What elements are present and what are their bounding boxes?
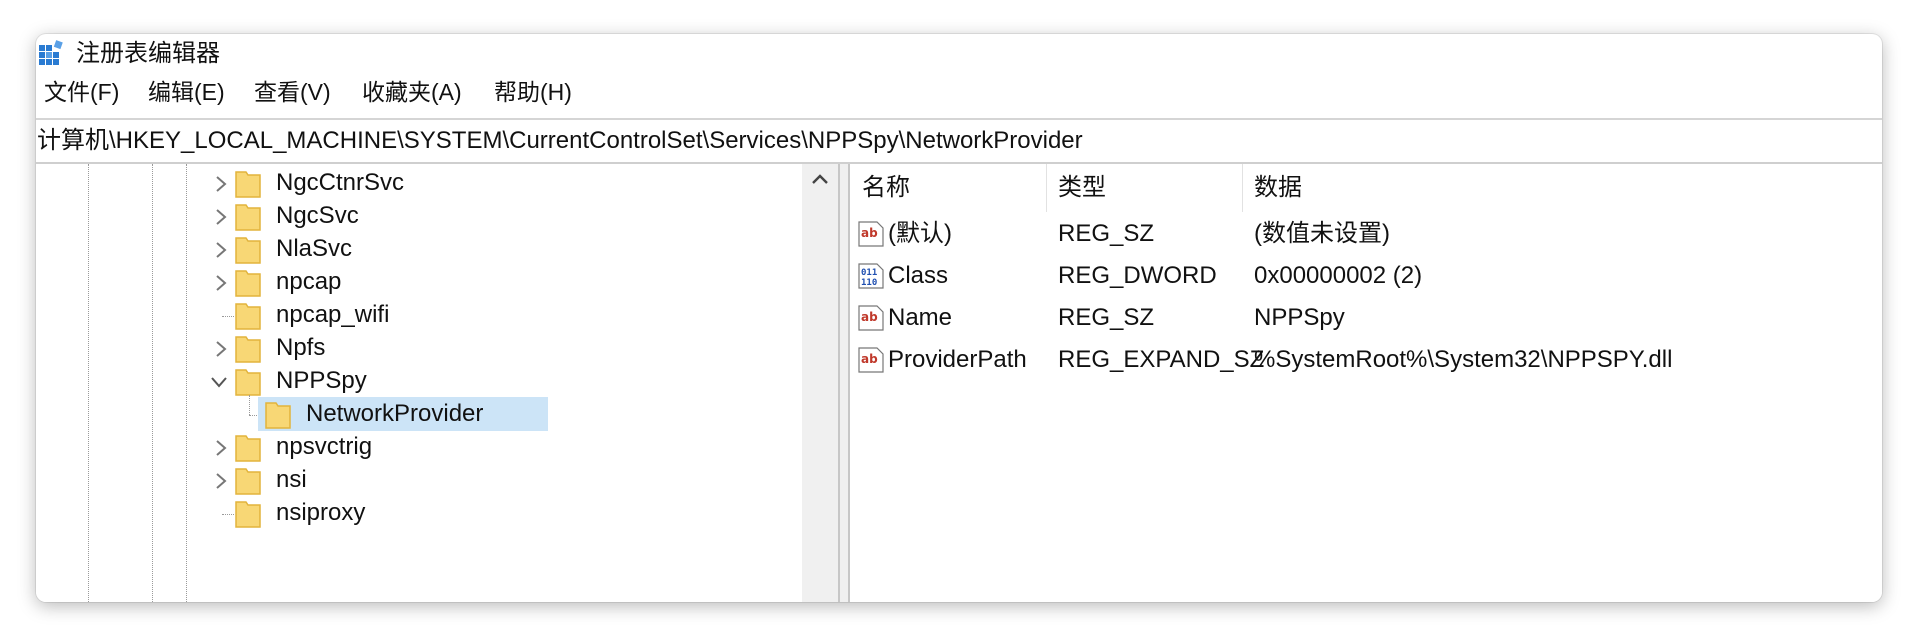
value-row[interactable]: ab ProviderPath REG_EXPAND_SZ %SystemRoo… [850, 340, 1882, 382]
folder-icon [235, 270, 261, 297]
value-type: REG_EXPAND_SZ [1058, 346, 1265, 373]
values-list[interactable]: 名称 类型 数据 ab (默认) REG_SZ (数值未设置) 011 110 … [850, 164, 1882, 602]
menu-bar: 文件(F) 编辑(E) 查看(V) 收藏夹(A) 帮助(H) [36, 76, 1882, 108]
tree-scrollbar[interactable] [802, 164, 838, 602]
window-title: 注册表编辑器 [76, 40, 220, 67]
svg-text:011: 011 [861, 268, 877, 278]
tree-item-label[interactable]: NPPSpy [276, 364, 367, 398]
tree-item-label[interactable]: nsi [276, 463, 307, 497]
chevron-right-icon[interactable] [210, 470, 232, 492]
value-row[interactable]: ab Name REG_SZ NPPSpy [850, 298, 1882, 340]
column-header-data[interactable]: 数据 [1242, 164, 1542, 212]
title-bar: 注册表编辑器 [36, 34, 1882, 72]
chevron-right-icon[interactable] [210, 239, 232, 261]
value-name: ProviderPath [888, 346, 1027, 373]
value-data: %SystemRoot%\System32\NPPSPY.dll [1254, 346, 1673, 373]
chevron-right-icon[interactable] [210, 338, 232, 360]
tree-connector [249, 395, 250, 415]
folder-icon [235, 501, 261, 528]
address-path[interactable]: 计算机\HKEY_LOCAL_MACHINE\SYSTEM\CurrentCon… [37, 127, 1083, 155]
string-value-icon: ab [858, 221, 884, 247]
value-type: REG_DWORD [1058, 262, 1217, 289]
folder-open-icon [265, 402, 291, 429]
address-bar[interactable]: 计算机\HKEY_LOCAL_MACHINE\SYSTEM\CurrentCon… [36, 118, 1882, 165]
menu-help[interactable]: 帮助(H) [494, 76, 572, 108]
folder-icon [235, 204, 261, 231]
chevron-right-icon[interactable] [210, 272, 232, 294]
value-type: REG_SZ [1058, 304, 1155, 331]
value-data: NPPSpy [1254, 304, 1345, 331]
chevron-up-icon[interactable] [810, 170, 830, 190]
column-header-name[interactable]: 名称 [850, 164, 1046, 212]
folder-icon [235, 468, 261, 495]
svg-text:ab: ab [861, 226, 878, 240]
menu-view[interactable]: 查看(V) [254, 76, 331, 108]
binary-value-icon: 011 110 [858, 263, 884, 289]
key-tree[interactable]: NgcCtnrSvc NgcSvc NlaSvc npcap npcap_wif… [36, 164, 838, 602]
folder-icon [235, 369, 261, 396]
svg-text:ab: ab [861, 310, 878, 324]
value-type: REG_SZ [1058, 220, 1155, 247]
svg-text:110: 110 [861, 278, 877, 288]
tree-item-label[interactable]: npcap_wifi [276, 298, 389, 332]
svg-text:ab: ab [861, 352, 878, 366]
string-value-icon: ab [858, 347, 884, 373]
value-data: 0x00000002 (2) [1254, 262, 1423, 289]
value-data: (数值未设置) [1254, 220, 1390, 247]
value-row[interactable]: ab (默认) REG_SZ (数值未设置) [850, 214, 1882, 256]
tree-item-label[interactable]: Npfs [276, 331, 325, 365]
tree-item[interactable]: nsiproxy [36, 494, 796, 534]
tree-connector [222, 514, 234, 515]
tree-connector [222, 316, 234, 317]
registry-editor-window: 注册表编辑器 文件(F) 编辑(E) 查看(V) 收藏夹(A) 帮助(H) 计算… [36, 34, 1882, 602]
tree-item-label[interactable]: NgcSvc [276, 199, 359, 233]
column-header-type[interactable]: 类型 [1046, 164, 1242, 212]
value-name: Class [888, 262, 949, 289]
tree-item-label[interactable]: NlaSvc [276, 232, 352, 266]
value-row[interactable]: 011 110 Class REG_DWORD 0x00000002 (2) [850, 256, 1882, 298]
tree-item-label[interactable]: NgcCtnrSvc [276, 166, 404, 200]
tree-item-label[interactable]: nsiproxy [276, 496, 365, 530]
tree-item-label[interactable]: npsvctrig [276, 430, 372, 464]
tree-item-label[interactable]: npcap [276, 265, 341, 299]
folder-icon [235, 303, 261, 330]
folder-icon [235, 171, 261, 198]
value-name: Name [888, 304, 953, 331]
folder-icon [235, 237, 261, 264]
folder-icon [235, 435, 261, 462]
chevron-right-icon[interactable] [210, 206, 232, 228]
menu-file[interactable]: 文件(F) [44, 76, 119, 108]
folder-icon [235, 336, 261, 363]
chevron-right-icon[interactable] [210, 437, 232, 459]
chevron-right-icon[interactable] [210, 173, 232, 195]
string-value-icon: ab [858, 305, 884, 331]
value-name: (默认) [888, 220, 952, 247]
menu-edit[interactable]: 编辑(E) [148, 76, 225, 108]
menu-favorites[interactable]: 收藏夹(A) [362, 76, 462, 108]
chevron-down-icon[interactable] [208, 371, 230, 393]
registry-editor-icon [39, 40, 63, 65]
tree-item-label[interactable]: NetworkProvider [306, 397, 483, 431]
pane-splitter[interactable] [838, 164, 850, 602]
